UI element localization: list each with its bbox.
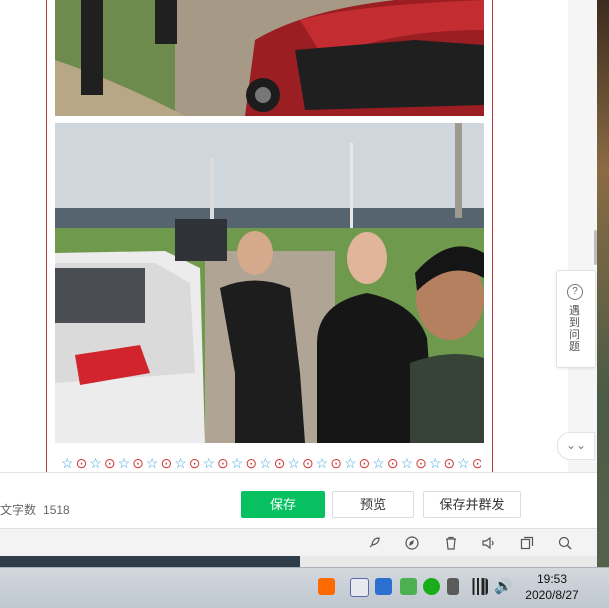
media-app-icon[interactable] (350, 578, 369, 597)
word-count-label: 文字数 (0, 503, 37, 517)
wechat-editor-window: ☆⊙☆⊙☆⊙☆⊙☆⊙☆⊙☆⊙☆⊙☆⊙☆⊙☆⊙☆⊙☆⊙☆⊙☆⊙☆⊙☆⊙☆⊙☆⊙☆⊙… (0, 0, 597, 556)
compass-icon[interactable] (405, 536, 419, 550)
editor-canvas[interactable]: ☆⊙☆⊙☆⊙☆⊙☆⊙☆⊙☆⊙☆⊙☆⊙☆⊙☆⊙☆⊙☆⊙☆⊙☆⊙☆⊙☆⊙☆⊙☆⊙☆⊙ (0, 0, 568, 472)
word-count-value: 1518 (43, 503, 70, 517)
battery-icon[interactable] (447, 578, 459, 595)
word-count: 文字数 1518 (0, 501, 70, 518)
system-clock[interactable]: 19:53 2020/8/27 (519, 571, 585, 603)
editor-scrollbar-thumb[interactable] (594, 230, 597, 265)
save-and-publish-button[interactable]: 保存并群发 (423, 491, 521, 518)
star-icon: ☆ (343, 455, 357, 471)
article-photo-group (55, 123, 484, 443)
circle-dot-icon: ⊙ (188, 455, 201, 471)
windows-taskbar: 🔊 19:53 2020/8/27 (0, 567, 609, 608)
circle-dot-icon: ⊙ (386, 455, 399, 471)
save-button[interactable]: 保存 (241, 491, 325, 518)
circle-dot-icon: ⊙ (75, 455, 88, 471)
help-label: 遇到问题 (569, 305, 580, 353)
circle-dot-icon: ⊙ (160, 455, 173, 471)
desktop-background (597, 0, 609, 567)
security-app-icon[interactable] (400, 578, 417, 595)
circle-dot-icon: ⊙ (415, 455, 427, 471)
shield-icon[interactable] (375, 578, 392, 595)
star-icon: ☆ (89, 455, 102, 471)
star-icon: ☆ (287, 455, 300, 471)
rocket-icon[interactable] (367, 536, 381, 550)
circle-dot-icon: ⊙ (217, 455, 229, 471)
circle-dot-icon: ⊙ (245, 455, 258, 471)
article-body[interactable]: ☆⊙☆⊙☆⊙☆⊙☆⊙☆⊙☆⊙☆⊙☆⊙☆⊙☆⊙☆⊙☆⊙☆⊙☆⊙☆⊙☆⊙☆⊙☆⊙☆⊙ (46, 0, 493, 472)
star-icon: ☆ (202, 455, 216, 471)
speaker-icon[interactable] (482, 536, 496, 550)
editor-footer (0, 528, 597, 556)
trash-icon[interactable] (444, 536, 458, 550)
circle-dot-icon: ⊙ (273, 455, 286, 471)
circle-dot-icon: ⊙ (330, 455, 342, 471)
circle-dot-icon: ⊙ (471, 455, 481, 471)
preview-button[interactable]: 预览 (332, 491, 414, 518)
editor-scrollbar-track[interactable] (568, 0, 597, 472)
copy-icon[interactable] (520, 536, 534, 550)
star-icon: ☆ (315, 455, 329, 471)
star-icon: ☆ (400, 455, 414, 471)
star-icon: ☆ (145, 455, 159, 471)
star-icon: ☆ (372, 455, 385, 471)
star-icon: ☆ (259, 455, 272, 471)
desktop-background-strip (0, 555, 300, 567)
article-photo-car (55, 0, 484, 116)
star-icon: ☆ (117, 455, 131, 471)
circle-dot-icon: ⊙ (301, 455, 314, 471)
clock-date: 2020/8/27 (525, 588, 579, 602)
wechat-icon[interactable] (423, 578, 440, 595)
star-icon: ☆ (174, 455, 187, 471)
decorative-divider: ☆⊙☆⊙☆⊙☆⊙☆⊙☆⊙☆⊙☆⊙☆⊙☆⊙☆⊙☆⊙☆⊙☆⊙☆⊙☆⊙☆⊙☆⊙☆⊙☆⊙ (61, 454, 481, 472)
question-icon: ? (567, 284, 583, 300)
help-card[interactable]: ? 遇到问题 (556, 270, 596, 368)
search-icon[interactable] (558, 536, 572, 550)
sogou-input-icon[interactable] (318, 578, 335, 595)
network-icon[interactable] (471, 578, 488, 595)
circle-dot-icon: ⊙ (443, 455, 456, 471)
star-icon: ☆ (61, 455, 74, 471)
chevron-down-icon[interactable]: ⌄⌄ (557, 432, 595, 460)
circle-dot-icon: ⊙ (358, 455, 371, 471)
star-icon: ☆ (428, 455, 442, 471)
volume-icon[interactable]: 🔊 (494, 578, 513, 595)
circle-dot-icon: ⊙ (103, 455, 116, 471)
circle-dot-icon: ⊙ (132, 455, 144, 471)
clock-time: 19:53 (536, 572, 568, 586)
star-icon: ☆ (457, 455, 470, 471)
star-icon: ☆ (230, 455, 244, 471)
editor-toolbar: 文字数 1518 保存 预览 保存并群发 (0, 472, 597, 529)
